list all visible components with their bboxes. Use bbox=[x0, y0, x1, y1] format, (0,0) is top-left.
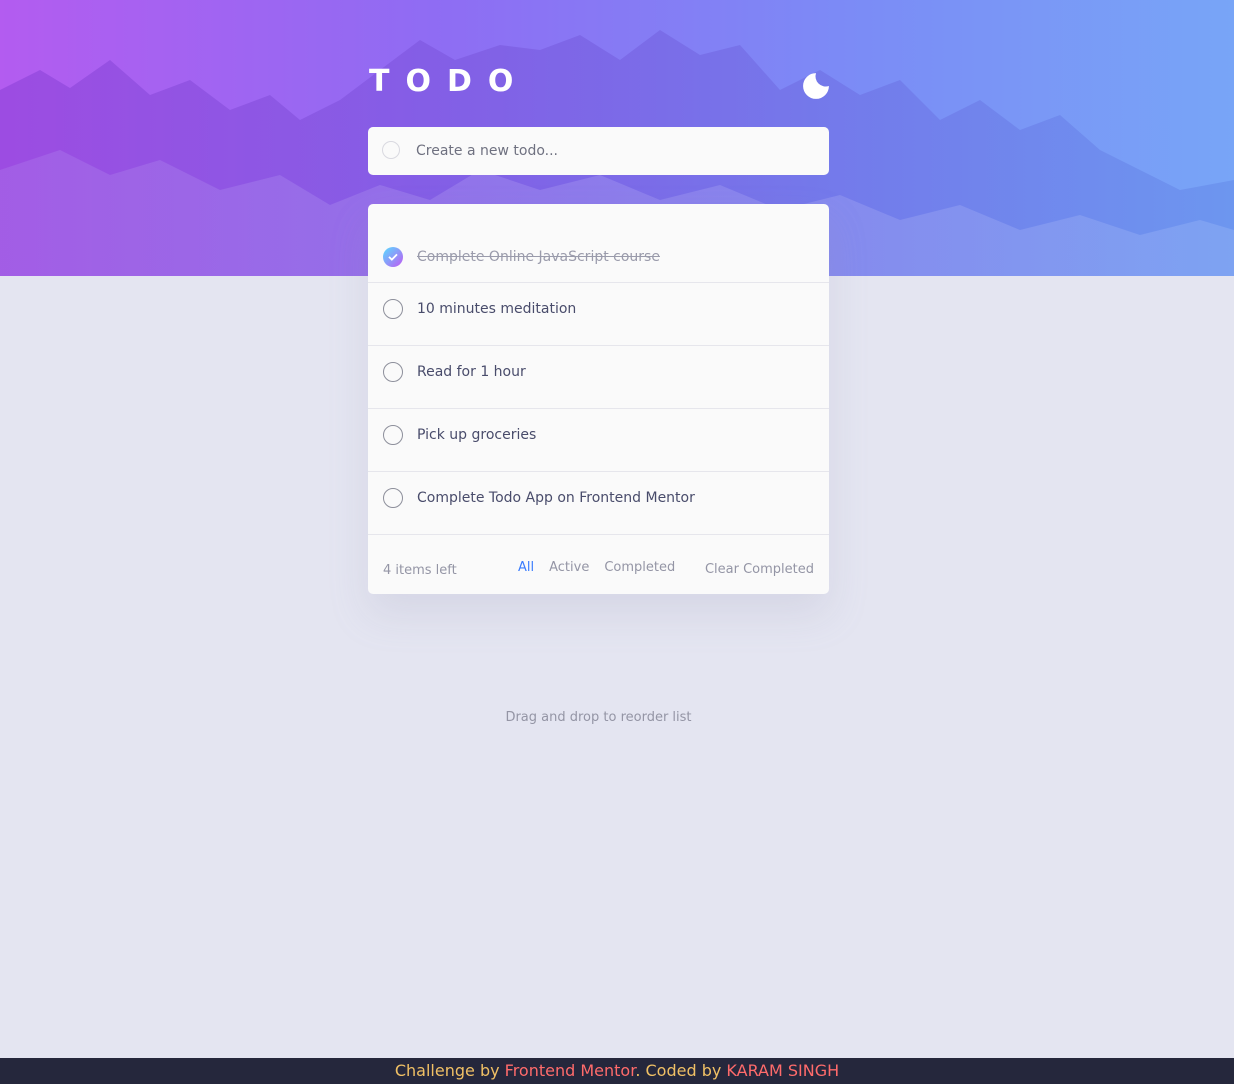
todo-list: Complete Online JavaScript course 10 min… bbox=[368, 204, 829, 594]
todo-text: Complete Online JavaScript course bbox=[417, 249, 660, 265]
items-left-count: 4 items left bbox=[383, 563, 457, 578]
todo-text: Pick up groceries bbox=[417, 427, 537, 444]
todo-checkbox[interactable] bbox=[383, 488, 403, 509]
filter-all-button[interactable]: All bbox=[518, 560, 534, 575]
attribution-bar: Challenge by Frontend Mentor. Coded by K… bbox=[0, 1058, 1234, 1084]
filter-active-button[interactable]: Active bbox=[549, 560, 589, 575]
todo-item[interactable]: 10 minutes meditation bbox=[368, 283, 829, 346]
todo-item[interactable]: Read for 1 hour bbox=[368, 346, 829, 409]
theme-toggle-button[interactable] bbox=[802, 72, 830, 100]
attribution-coded-prefix: . Coded by bbox=[635, 1061, 727, 1080]
drag-drop-hint: Drag and drop to reorder list bbox=[505, 710, 692, 725]
todo-text: Read for 1 hour bbox=[417, 364, 526, 381]
moon-icon bbox=[803, 73, 829, 99]
todo-checkbox[interactable] bbox=[383, 362, 403, 383]
todo-checkbox[interactable] bbox=[383, 425, 403, 446]
todo-list-footer: 4 items left All Active Completed Clear … bbox=[368, 535, 829, 592]
todo-item[interactable]: Pick up groceries bbox=[368, 409, 829, 472]
todo-checkbox[interactable] bbox=[383, 247, 403, 267]
filter-completed-button[interactable]: Completed bbox=[604, 560, 675, 575]
todo-checkbox[interactable] bbox=[383, 299, 403, 320]
todo-text: Complete Todo App on Frontend Mentor bbox=[417, 490, 695, 507]
todo-item[interactable]: Complete Online JavaScript course bbox=[368, 204, 829, 283]
filter-group: All Active Completed bbox=[518, 560, 675, 575]
todo-text: 10 minutes meditation bbox=[417, 301, 577, 318]
frontend-mentor-link[interactable]: Frontend Mentor bbox=[505, 1061, 636, 1080]
clear-completed-button[interactable]: Clear Completed bbox=[705, 562, 814, 577]
attribution-challenge-prefix: Challenge by bbox=[394, 1061, 505, 1080]
create-todo-input[interactable] bbox=[416, 137, 811, 165]
todo-item[interactable]: Complete Todo App on Frontend Mentor bbox=[368, 472, 829, 535]
create-todo-box bbox=[368, 127, 829, 175]
author-link[interactable]: KARAM SINGH bbox=[726, 1061, 839, 1080]
app-title: TODO bbox=[369, 64, 530, 99]
check-icon bbox=[388, 253, 398, 261]
create-todo-circle[interactable] bbox=[382, 141, 400, 159]
